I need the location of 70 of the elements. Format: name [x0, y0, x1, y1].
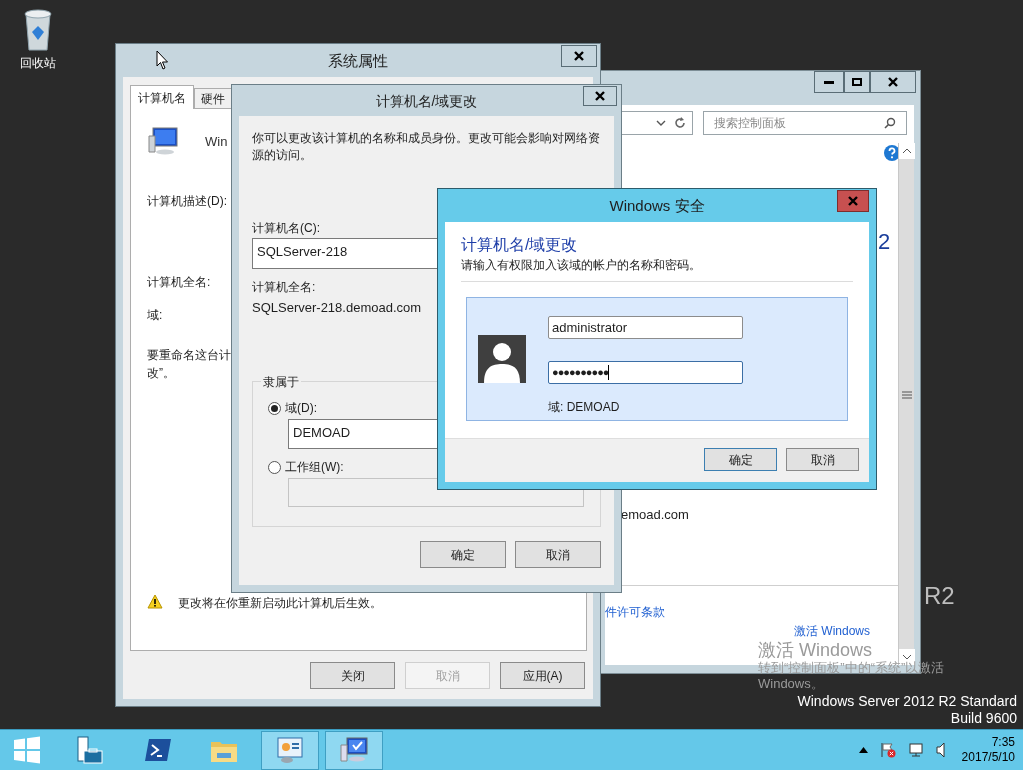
window-title: 系统属性 — [327, 51, 389, 71]
close-icon — [848, 196, 858, 206]
group-title: 隶属于 — [261, 373, 301, 391]
close-button[interactable] — [561, 45, 597, 67]
rename-hint: 要重命名这台计 — [147, 347, 231, 364]
rename-hint: 改”。 — [147, 365, 175, 382]
close-icon — [595, 91, 605, 101]
dialog-button[interactable]: 取消 — [786, 448, 859, 471]
network-icon[interactable] — [907, 742, 924, 758]
username-field[interactable]: administrator — [548, 316, 743, 339]
dropdown-caret-icon[interactable] — [656, 119, 666, 127]
heading-text: 2 — [878, 231, 891, 253]
field-label: 计算机全名: — [147, 274, 211, 291]
taskbar-button[interactable] — [261, 730, 319, 770]
search-icon[interactable] — [884, 117, 896, 129]
minimize-button[interactable] — [814, 71, 844, 93]
field-label: 计算机全名: — [252, 279, 316, 296]
grip-icon[interactable] — [902, 391, 912, 399]
radio-label[interactable]: 域(D): — [285, 399, 317, 417]
field-label: 计算机名(C): — [252, 220, 320, 237]
computer-icon — [147, 126, 179, 156]
close-icon — [574, 51, 584, 61]
dialog-button[interactable]: 确定 — [704, 448, 777, 471]
description-text: 你可以更改该计算机的名称和成员身份。更改可能会影响对网络资源的访问。 — [252, 130, 601, 164]
desktop-icon-label[interactable]: 回收站 — [20, 54, 56, 72]
show-hidden-icons-icon[interactable] — [858, 747, 868, 753]
build-text: Build 9600 — [950, 710, 1017, 726]
field-label: 域: — [147, 307, 163, 324]
flag-icon[interactable] — [879, 742, 896, 758]
dialog-heading: 计算机名/域更改 — [461, 235, 578, 255]
close-button[interactable] — [870, 71, 916, 93]
start-icon — [12, 735, 42, 765]
os-text: Win — [205, 133, 228, 151]
taskbar-button[interactable] — [325, 730, 383, 770]
dialog-button[interactable]: 确定 — [420, 541, 506, 568]
maximize-button[interactable] — [844, 71, 870, 93]
warning-icon — [147, 594, 163, 609]
activate-windows-link[interactable]: 激活 Windows — [794, 624, 870, 638]
domain-text: emoad.com — [621, 506, 689, 524]
password-field[interactable]: ●●●●●●●●●● — [548, 361, 743, 384]
close-button[interactable] — [583, 86, 617, 106]
clock-date[interactable]: 2017/5/10 — [961, 750, 1015, 765]
edition-text: Windows Server 2012 R2 Standard — [797, 693, 1017, 709]
search-field[interactable]: 搜索控制面板 — [703, 111, 907, 135]
activation-title: 激活 Windows — [758, 640, 873, 660]
computer-icon — [339, 735, 369, 765]
cursor-icon — [156, 50, 169, 70]
password-dots: ●●●●●●●●●● — [552, 365, 609, 381]
field-label: 计算机描述(D): — [147, 193, 227, 210]
tab[interactable]: 计算机名 — [130, 85, 194, 109]
refresh-icon[interactable] — [674, 117, 686, 129]
user-avatar-icon — [478, 335, 526, 383]
server-icon — [75, 735, 105, 765]
domain-text: 域: DEMOAD — [548, 399, 620, 416]
radio-label[interactable]: 工作组(W): — [285, 458, 344, 476]
radio-button[interactable] — [268, 460, 281, 474]
logo-text: R2 — [924, 582, 955, 610]
clock-time[interactable]: 7:35 — [991, 735, 1015, 750]
close-icon — [888, 77, 898, 87]
dialog-button[interactable]: 应用(A) — [500, 662, 585, 689]
notice-text: 更改将在你重新启动此计算机后生效。 — [178, 595, 382, 612]
dialog-title: 计算机名/域更改 — [374, 92, 479, 111]
radio-button[interactable] — [268, 401, 281, 415]
dialog-button[interactable]: 取消 — [515, 541, 601, 568]
dialog-title: Windows 安全 — [608, 196, 706, 216]
dialog-button[interactable]: 关闭 — [310, 662, 395, 689]
license-link[interactable]: 件许可条款 — [605, 603, 665, 621]
control-panel-icon — [275, 735, 305, 765]
full-name-text: SQLServer-218.demoad.com — [252, 299, 422, 317]
tab[interactable]: 硬件 — [194, 88, 232, 109]
